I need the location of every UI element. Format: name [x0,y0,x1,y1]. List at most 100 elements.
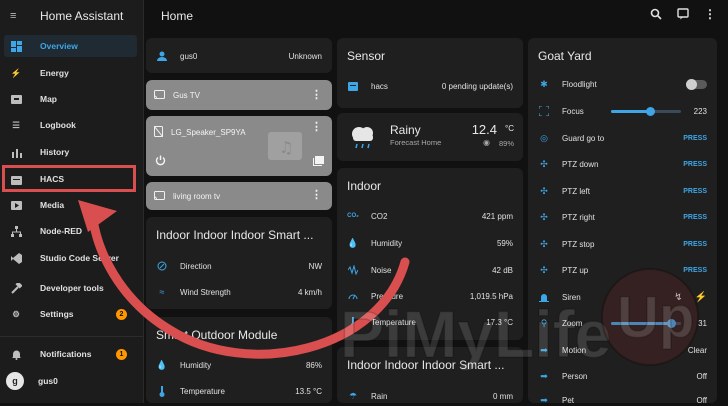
entity-row[interactable]: ≈ Wind Strength 4 km/h [156,286,322,298]
sidebar-item-overview[interactable]: Overview [4,35,137,57]
entity-row[interactable]: Noise 42 dB [347,264,513,276]
entity-value: 86% [305,360,322,370]
card-title: Goat Yard [538,49,592,63]
entity-row-floodlight[interactable]: ✱ Floodlight [538,78,707,90]
entity-row-zoom[interactable]: ⚲ Zoom 31 [538,317,707,329]
media-row: living room tv [154,191,324,202]
motion-icon: ➡ [540,344,548,355]
sidebar-item-notifications[interactable]: Notifications 1 [4,343,137,365]
sidebar-divider [0,336,143,337]
entity-value: 421 ppm [481,211,513,221]
vscode-icon [10,252,22,264]
entity-row-pet[interactable]: ➡ Pet Off [538,394,707,406]
focus-slider[interactable] [611,106,681,116]
sidebar-item-energy[interactable]: ⚡ Energy [4,62,137,84]
more-options-icon[interactable]: ⋮ [311,88,322,101]
media-card-lg-speaker[interactable]: LG_Speaker_SP9YA ⋮ ♫ [146,116,332,176]
chart-icon [10,146,22,158]
sidebar-item-media[interactable]: Media [4,194,137,216]
assist-icon[interactable] [677,8,689,22]
flash-off-icon[interactable]: ↯ [674,292,682,303]
entity-row[interactable]: CO₂ CO2 421 ppm [347,210,513,222]
sensor-card: Sensor hacs 0 pending update(s) [337,38,523,108]
sidebar-item-user[interactable]: g gus0 [4,370,137,392]
floodlight-toggle[interactable] [686,78,707,90]
power-icon[interactable] [155,155,166,168]
media-row: Gus TV [154,90,324,101]
entity-label: Person [562,371,588,381]
press-button[interactable]: PRESS [683,267,707,274]
menu-collapse-icon[interactable]: ≡ [10,10,26,22]
entity-row-ptz-right[interactable]: ✣ PTZ right PRESS [538,211,707,223]
more-options-icon[interactable]: ⋮ [311,188,322,201]
press-button[interactable]: PRESS [683,214,707,221]
more-options-icon[interactable]: ⋮ [311,120,322,133]
sidebar-item-history[interactable]: History [4,141,137,163]
outdoor-module-card: Smart Outdoor Module 💧 Humidity 86% Temp… [146,317,332,403]
sidebar-item-logbook[interactable]: ☰ Logbook [4,114,137,136]
sidebar-item-label: Energy [40,68,69,78]
weather-condition: Rainy [390,123,421,137]
entity-label: Humidity [371,238,403,248]
entity-row-siren[interactable]: Siren ↯ ⚡ [538,291,707,303]
entity-label: PTZ up [562,265,589,275]
zoom-slider[interactable] [611,318,681,328]
hammer-icon [10,282,22,294]
press-button[interactable]: PRESS [683,161,707,168]
entity-row-ptz-left[interactable]: ✣ PTZ left PRESS [538,185,707,197]
queue-icon[interactable] [313,156,324,168]
card-title: Indoor Indoor Indoor Smart ... [156,228,314,242]
entity-row-person[interactable]: ➡ Person Off [538,370,707,382]
entity-row-guard-go-to[interactable]: ◎ Guard go to PRESS [538,132,707,144]
entity-row-focus[interactable]: Focus 223 [538,105,707,117]
entity-label: Humidity [180,360,212,370]
siren-icon [538,291,550,303]
flash-icon[interactable]: ⚡ [695,292,707,303]
entity-row-ptz-stop[interactable]: ✣ PTZ stop PRESS [538,238,707,250]
sidebar-item-developer-tools[interactable]: Developer tools [4,277,137,299]
media-card-gus-tv[interactable]: Gus TV ⋮ [146,80,332,110]
media-card-living-room-tv[interactable]: living room tv ⋮ [146,182,332,210]
entity-row[interactable]: hacs 0 pending update(s) [347,80,513,92]
entity-label: Pressure [371,291,404,301]
pan-icon: ✣ [540,211,548,222]
sidebar-item-studio-code-server[interactable]: Studio Code Server [4,247,137,269]
avatar: g [6,372,24,390]
sidebar-item-label: Settings [40,309,74,319]
press-button[interactable]: PRESS [683,135,707,142]
entity-row[interactable]: Temperature 13.5 °C [156,385,322,397]
sidebar-item-settings[interactable]: ⚙ Settings 2 [4,303,137,325]
sidebar-item-map[interactable]: Map [4,88,137,110]
map-icon [10,93,22,105]
speaker-off-icon [153,125,164,139]
entity-value: 4 km/h [297,287,322,297]
entity-row[interactable]: Temperature 17.3 °C [347,316,513,328]
entity-value: 223 [693,106,707,116]
sidebar-item-node-red[interactable]: Node-RED [4,220,137,242]
entity-label: Temperature [180,386,225,396]
weather-location: Forecast Home [390,138,442,147]
entity-row-motion[interactable]: ➡ Motion Clear [538,344,707,356]
entity-row[interactable]: 💧 Humidity 59% [347,237,513,249]
person-row[interactable]: gus0 Unknown [156,50,322,62]
bell-icon [10,348,22,360]
entity-row[interactable]: Direction NW [156,260,322,272]
floodlight-icon: ✱ [540,78,548,89]
search-icon[interactable] [650,8,662,22]
press-button[interactable]: PRESS [683,241,707,248]
entity-row[interactable]: Pressure 1,019.5 hPa [347,290,513,302]
more-options-icon[interactable]: ⋮ [704,8,716,22]
gauge-icon [347,290,359,302]
entity-row-ptz-down[interactable]: ✣ PTZ down PRESS [538,158,707,170]
entity-row[interactable]: 💧 Humidity 86% [156,359,322,371]
entity-row[interactable]: ☂ Rain 0 mm [347,390,513,402]
entity-row-ptz-up[interactable]: ✣ PTZ up PRESS [538,264,707,276]
weather-forecast-card[interactable]: Rainy Forecast Home 12.4 °C 89% ◉ [337,113,523,161]
sidebar-item-label: Developer tools [40,283,104,293]
pan-icon: ✣ [540,185,548,196]
toolbar: ⋮ [650,8,716,22]
weather-temp-unit: °C [505,124,514,133]
person-card[interactable]: gus0 Unknown [146,38,332,73]
press-button[interactable]: PRESS [683,188,707,195]
music-file-icon: ♫ [268,132,302,162]
